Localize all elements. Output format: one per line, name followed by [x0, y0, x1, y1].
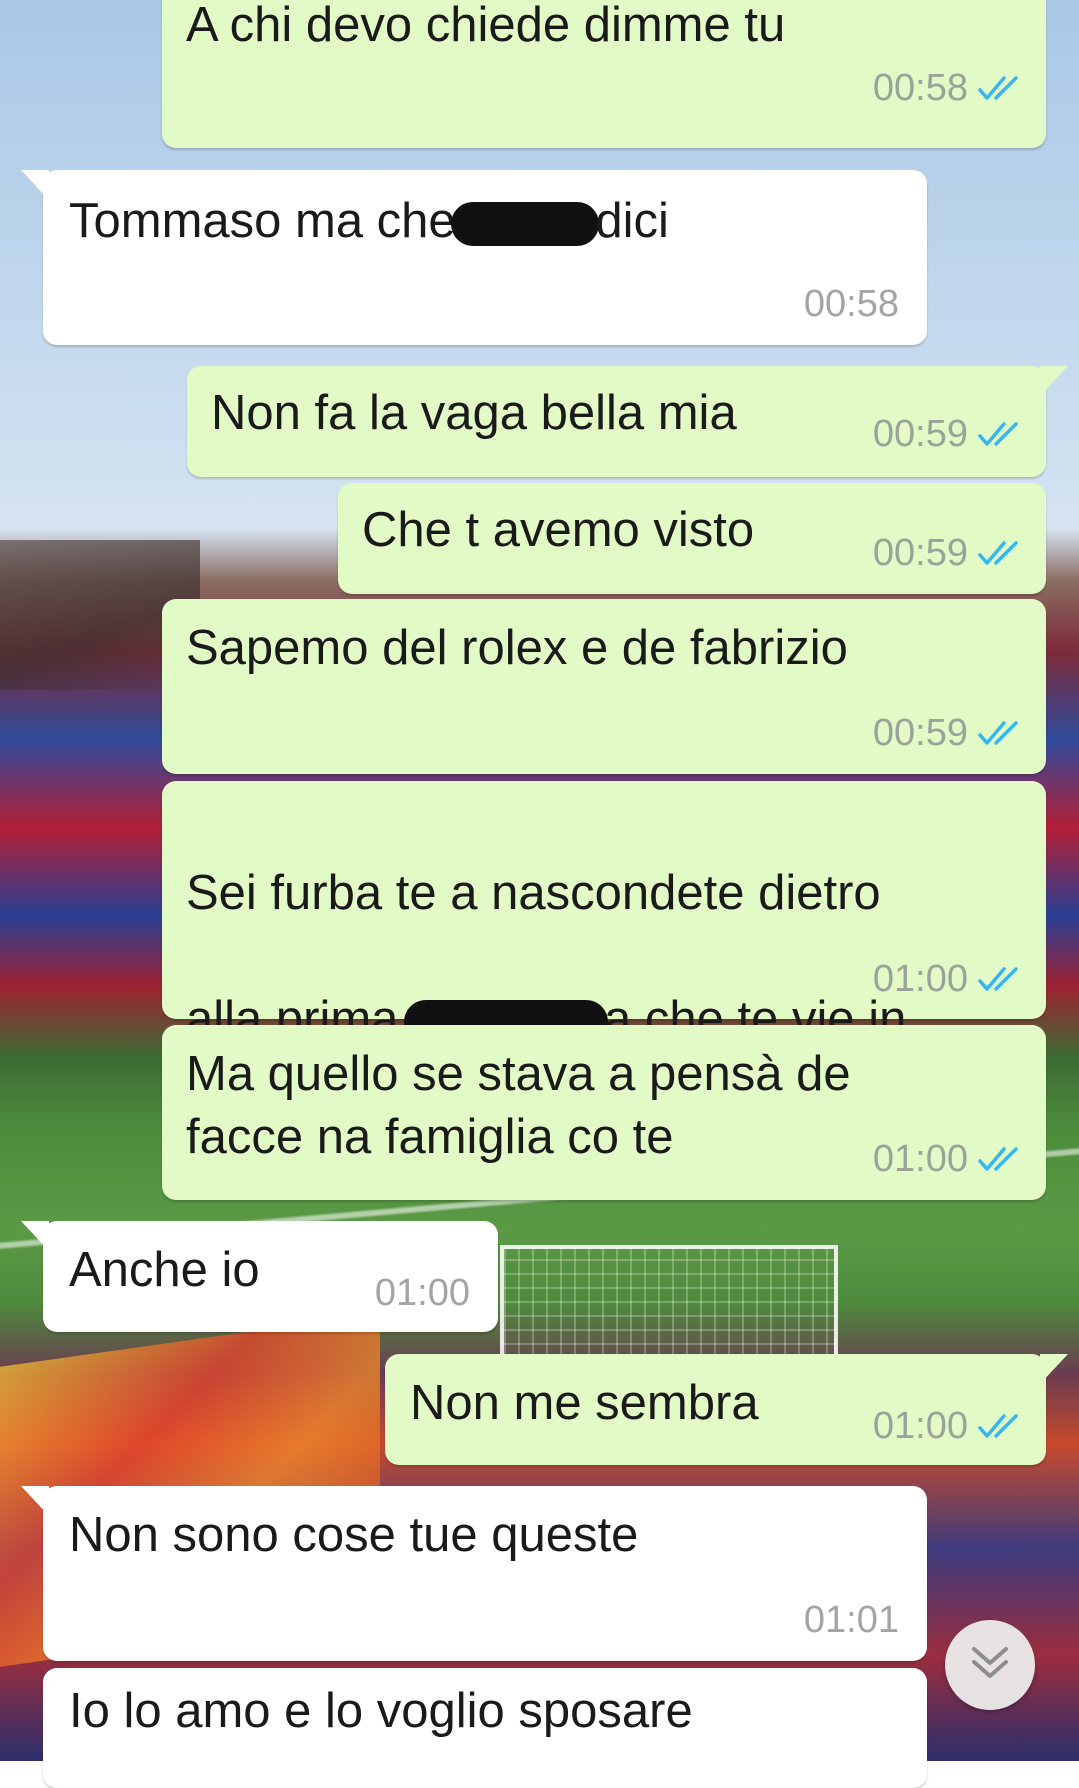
message-time: 01:00: [872, 1405, 968, 1447]
message-text: Anche io: [69, 1243, 260, 1297]
message-list[interactable]: A chi devo chiede dimme tu 00:58 Tommaso…: [0, 0, 1079, 1788]
double-check-icon: [978, 965, 1024, 993]
message-text: Non sono cose tue queste: [69, 1508, 639, 1562]
message-time: 01:00: [872, 958, 968, 1000]
message-meta: 01:00: [873, 959, 1024, 999]
message-text-part: Tommaso ma che: [69, 194, 470, 248]
message-bubble-outgoing[interactable]: Sapemo del rolex e de fabrizio 00:59: [162, 599, 1046, 774]
message-meta: 01:00: [873, 1406, 1024, 1446]
double-check-icon: [978, 1412, 1024, 1440]
message-time: 00:59: [872, 712, 968, 754]
message-text: A chi devo chiede dimme tu: [186, 0, 786, 52]
message-text: Che t avemo visto: [362, 503, 755, 557]
message-text: Non fa la vaga bella mia: [211, 386, 737, 440]
message-meta: 01:01: [804, 1600, 899, 1640]
message-time: 01:00: [872, 1138, 968, 1180]
message-time: 00:59: [872, 532, 968, 574]
double-check-icon: [978, 539, 1024, 567]
message-bubble-outgoing[interactable]: Sei furba te a nascondete dietro alla pr…: [162, 781, 1046, 1172]
message-bubble-outgoing[interactable]: Che t avemo visto 00:59: [338, 483, 1046, 594]
message-time: 00:59: [872, 413, 968, 455]
double-check-icon: [978, 1145, 1024, 1173]
scroll-to-bottom-button[interactable]: [945, 1620, 1035, 1710]
message-meta: 01:00: [873, 1139, 1024, 1179]
message-time: 00:58: [803, 283, 899, 325]
message-bubble-incoming[interactable]: Tommaso ma che dici 00:58: [21, 170, 927, 345]
message-time: 01:01: [803, 1599, 899, 1641]
chevron-double-down-icon: [970, 1645, 1010, 1686]
double-check-icon: [978, 719, 1024, 747]
message-meta: 00:59: [873, 414, 1024, 454]
message-bubble-outgoing[interactable]: Non me sembra 01:00: [385, 1354, 1068, 1465]
message-line: Sei furba te a nascondete dietro: [186, 866, 881, 920]
message-time: 00:58: [872, 67, 968, 109]
message-bubble-outgoing[interactable]: Non fa la vaga bella mia 00:59: [187, 366, 1068, 477]
double-check-icon: [978, 74, 1024, 102]
message-text: Ma quello se stava a pensà de facce na f…: [186, 1047, 851, 1164]
message-meta: 00:58: [873, 68, 1024, 108]
message-meta: 00:59: [873, 533, 1024, 573]
message-bubble-incoming[interactable]: Io lo amo e lo voglio sposare: [43, 1668, 927, 1788]
double-check-icon: [978, 420, 1024, 448]
redaction-mark: [451, 202, 600, 247]
message-text: Io lo amo e lo voglio sposare: [69, 1684, 693, 1738]
message-meta: 00:58: [804, 284, 899, 324]
message-text: Non me sembra: [410, 1376, 759, 1430]
message-time: 01:00: [374, 1272, 470, 1314]
message-meta: 00:59: [873, 713, 1024, 753]
message-text: Sapemo del rolex e de fabrizio: [186, 621, 848, 675]
message-text-part: dici: [595, 194, 669, 248]
message-bubble-outgoing[interactable]: Ma quello se stava a pensà de facce na f…: [162, 1025, 1046, 1200]
message-meta: 01:00: [375, 1273, 470, 1313]
message-bubble-incoming[interactable]: Anche io 01:00: [21, 1221, 498, 1332]
message-text: Tommaso ma che dici: [69, 190, 669, 253]
message-bubble-outgoing[interactable]: A chi devo chiede dimme tu 00:58: [162, 0, 1046, 148]
message-bubble-incoming[interactable]: Non sono cose tue queste 01:01: [21, 1486, 927, 1661]
